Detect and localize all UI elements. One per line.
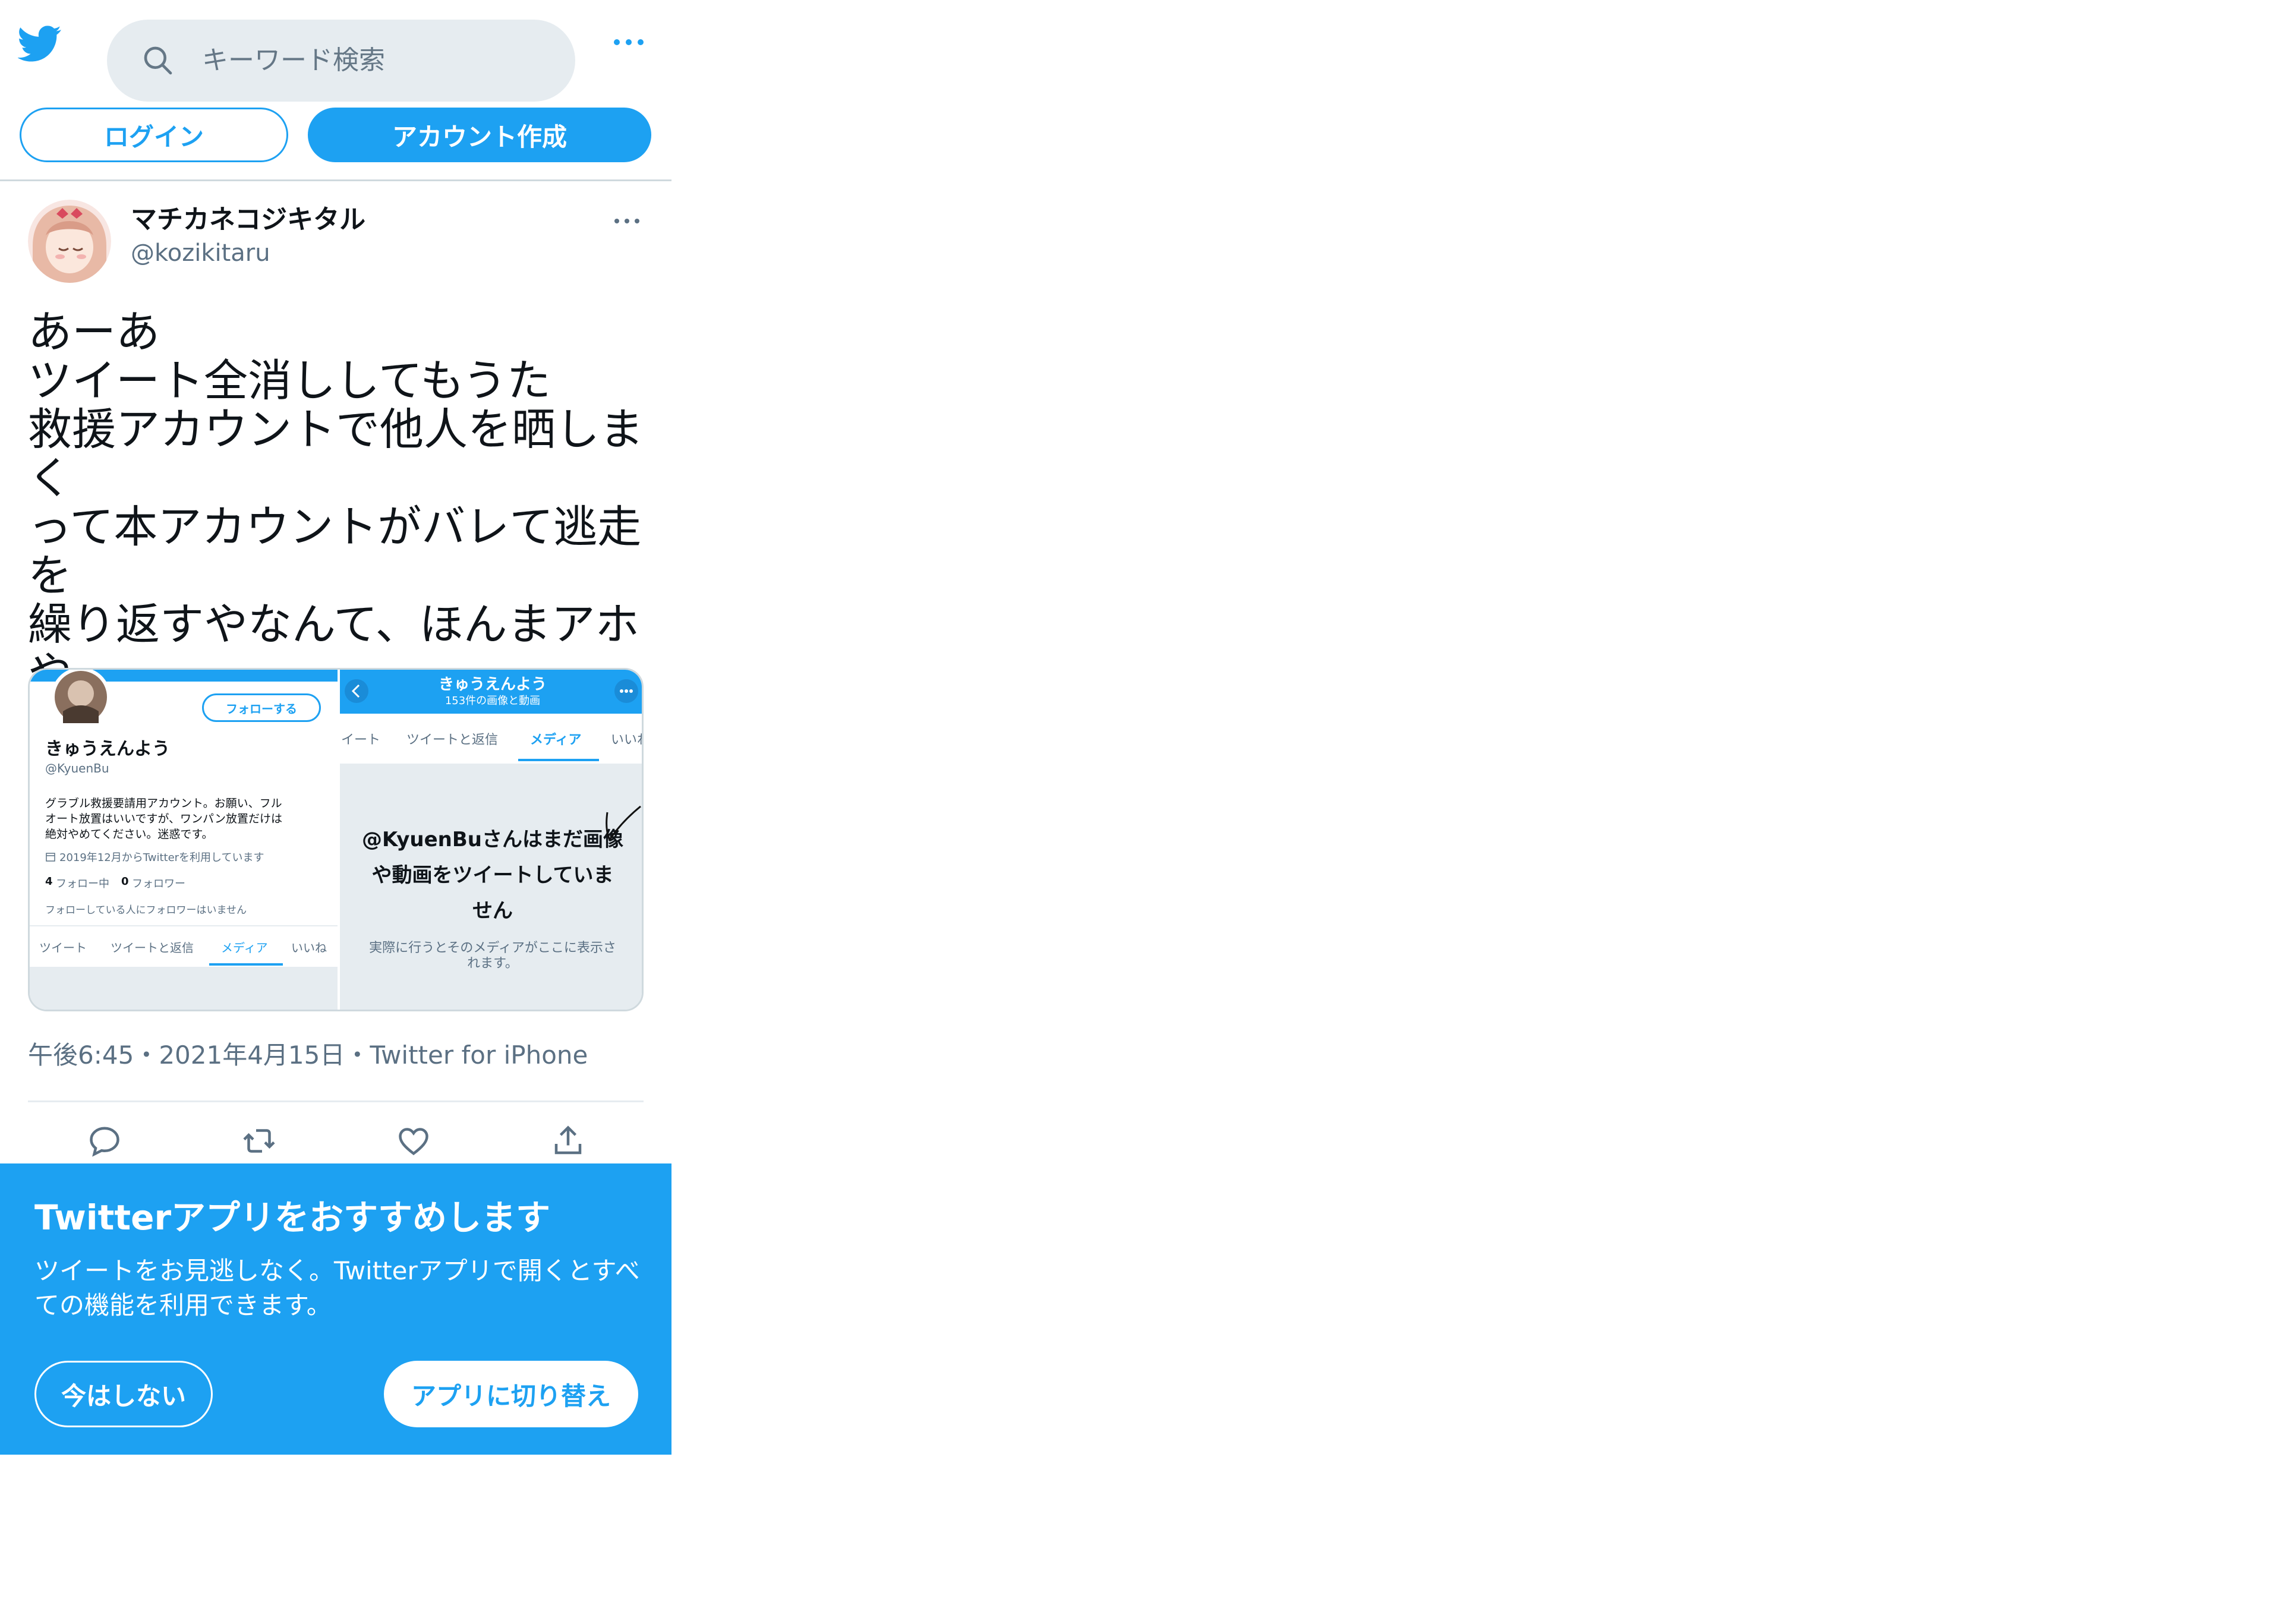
switch-to-app-button[interactable]: アプリに切り替え xyxy=(384,1361,638,1427)
tweet-more-dots-icon[interactable] xyxy=(612,215,642,227)
profile-name: きゅうえんよう xyxy=(45,739,170,759)
not-now-button[interactable]: 今はしない xyxy=(34,1361,213,1427)
banner-body: ツイートをお見逃しなく。Twitterアプリで開くとすべての機能を利用できます。 xyxy=(34,1256,640,1320)
following-label: フォロー中 xyxy=(56,878,109,890)
heart-icon[interactable] xyxy=(396,1123,431,1159)
media-tab[interactable]: ツイートと返信 xyxy=(406,729,498,748)
profile-tab[interactable]: ツイート xyxy=(39,938,87,956)
tweet-media[interactable]: フォローする きゅうえんよう @KyuenBu グラブル救援要請用アカウント。お… xyxy=(28,668,644,1011)
profile-divider xyxy=(30,925,338,926)
profile-bio-line: グラブル救援要請用アカウント。お願い、フル xyxy=(45,797,282,810)
active-tab-indicator xyxy=(209,963,283,966)
following-count: 4 xyxy=(45,875,53,888)
media-tab-active[interactable]: メディア xyxy=(530,729,581,748)
reply-icon[interactable] xyxy=(87,1123,122,1159)
active-tab-indicator xyxy=(518,759,599,761)
media-tab[interactable]: イート xyxy=(341,729,380,748)
media-image-profile[interactable]: フォローする きゅうえんよう @KyuenBu グラブル救援要請用アカウント。お… xyxy=(30,670,338,1010)
more-dots-icon[interactable] xyxy=(611,33,647,51)
profile-handle: @KyuenBu xyxy=(45,761,109,775)
handwritten-mark xyxy=(606,805,641,841)
profile-joined: 2019年12月からTwitterを利用しています xyxy=(59,852,264,864)
tweet-timestamp[interactable]: 午後6:45・2021年4月15日・Twitter for iPhone xyxy=(28,1039,588,1072)
retweet-icon[interactable] xyxy=(241,1123,277,1159)
media-tab[interactable]: いいね xyxy=(611,729,642,748)
banner-title: Twitterアプリをおすすめします xyxy=(34,1197,551,1238)
calendar-icon xyxy=(46,853,55,862)
media-empty-title: @KyuenBuさんはまだ画像 xyxy=(362,828,623,852)
meta-divider xyxy=(28,1100,644,1102)
followers-count: 0 xyxy=(121,875,129,888)
signup-button[interactable]: アカウント作成 xyxy=(308,108,651,162)
profile-avatar xyxy=(51,670,111,727)
media-empty-note: れます。 xyxy=(467,956,518,971)
login-button[interactable]: ログイン xyxy=(20,108,288,162)
search-icon xyxy=(144,46,172,75)
followers-label: フォロワー xyxy=(132,878,185,890)
media-image-media-tab[interactable]: きゅうえんよう 153件の画像と動画 イート ツイートと返信 メディア いいね … xyxy=(340,670,642,1010)
follow-button[interactable]: フォローする xyxy=(202,693,321,722)
profile-bio-line: オート放置はいいですが、ワンパン放置だけは xyxy=(45,812,283,825)
profile-tab[interactable]: ツイートと返信 xyxy=(111,938,194,956)
header-divider xyxy=(0,179,671,181)
more-dots-icon[interactable] xyxy=(613,678,639,704)
media-empty-title: せん xyxy=(472,899,513,923)
profile-tab-active[interactable]: メディア xyxy=(221,938,268,956)
profile-bio-line: 絶対やめてください。迷惑です。 xyxy=(45,828,213,841)
profile-empty-area xyxy=(30,967,338,1010)
display-name[interactable]: マチカネコジキタル xyxy=(131,203,365,236)
search-input[interactable]: キーワード検索 xyxy=(202,43,385,78)
media-empty-title: や動画をツイートしていま xyxy=(371,863,614,887)
twitter-bird-icon[interactable] xyxy=(18,21,62,65)
media-header-title: きゅうえんよう xyxy=(438,676,547,693)
user-handle[interactable]: @kozikitaru xyxy=(131,238,270,269)
profile-mutual: フォローしている人にフォロワーはいません xyxy=(45,904,247,916)
profile-tab[interactable]: いいね xyxy=(291,938,327,956)
media-header-subtitle: 153件の画像と動画 xyxy=(444,695,541,707)
share-icon[interactable] xyxy=(550,1123,586,1159)
avatar[interactable] xyxy=(28,200,111,283)
